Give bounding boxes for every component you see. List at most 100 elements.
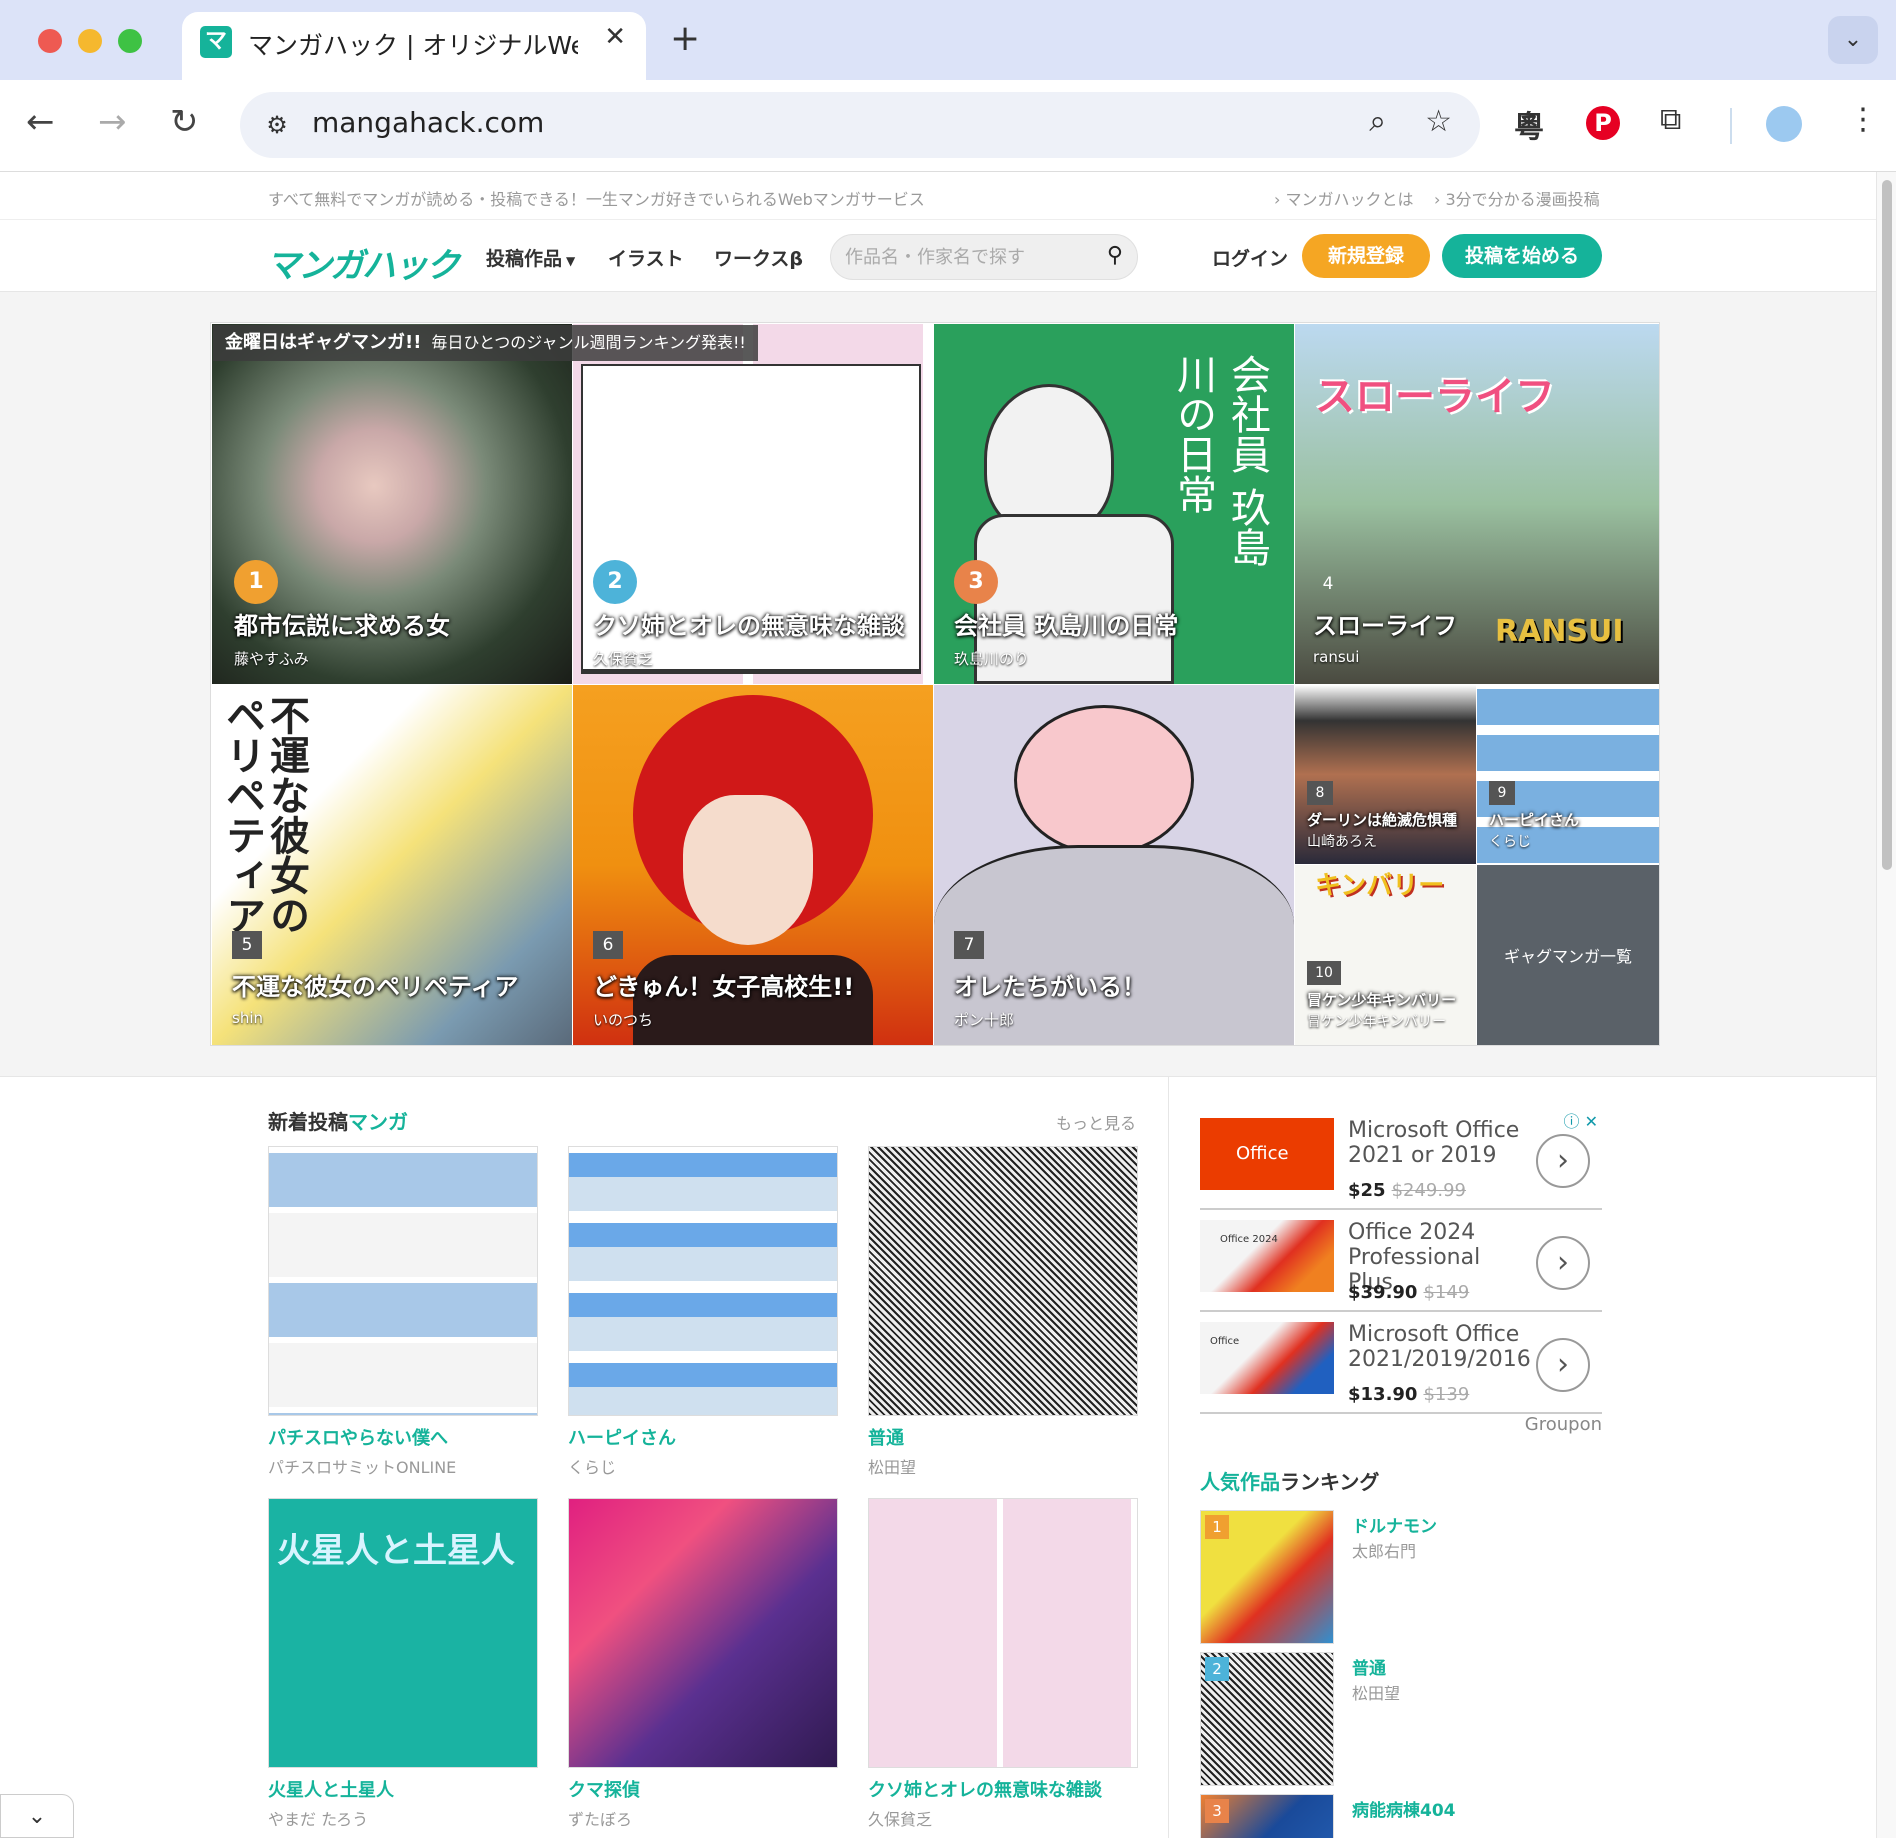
site-logo[interactable]: マンガハック	[266, 238, 460, 287]
ad-price: $13.90 $139	[1348, 1384, 1469, 1405]
card-author[interactable]: 松田望	[868, 1454, 1138, 1478]
manga-card[interactable]: ハーピイさん くらじ	[568, 1146, 838, 1478]
page-scrollbar[interactable]	[1876, 172, 1896, 1838]
card-title[interactable]: 普通	[868, 1424, 1138, 1450]
close-window-button[interactable]	[38, 29, 62, 53]
chevron-right-icon[interactable]: ›	[1536, 1134, 1590, 1188]
manga-card[interactable]: クマ探偵 ずたぼろ	[568, 1498, 838, 1830]
card-title[interactable]: 火星人と土星人	[268, 1776, 538, 1802]
yue-extension-icon[interactable]: 粵	[1514, 102, 1544, 146]
chevron-right-icon[interactable]: ›	[1536, 1236, 1590, 1290]
ranking-tile-8[interactable]: 8 ダーリンは絶滅危惧種 山崎あろえ	[1295, 685, 1476, 864]
card-title[interactable]: ハーピイさん	[568, 1424, 838, 1450]
reload-button[interactable]: ↻	[170, 102, 199, 142]
rank-number: 2	[1205, 1657, 1229, 1681]
forward-button[interactable]: →	[98, 102, 127, 142]
menu-works[interactable]: 投稿作品 ▼	[486, 244, 575, 271]
ad-item[interactable]: Office Microsoft Office 2021/2019/2016 $…	[1200, 1314, 1602, 1414]
ranking-tile-3[interactable]: 会社員 玖島川の日常 3 会社員 玖島川の日常 玖島川のり	[934, 324, 1294, 684]
ranking-tile-10[interactable]: キンバリー 10 冒ケン少年キンバリー 冒ケン少年キンバリー	[1295, 865, 1476, 1045]
card-thumbnail[interactable]	[568, 1146, 838, 1416]
rank-badge: 8	[1307, 781, 1333, 805]
card-thumbnail[interactable]	[568, 1498, 838, 1768]
rank-badge: 6	[593, 931, 623, 959]
howto-link[interactable]: › 3分で分かる漫画投稿	[1434, 186, 1600, 210]
chevron-down-icon[interactable]: ⌄	[0, 1794, 74, 1838]
manga-card[interactable]: 火星人と土星人 火星人と土星人 やまだ たろう	[268, 1498, 538, 1830]
ad-item[interactable]: Office 2024 Office 2024 Professional Plu…	[1200, 1212, 1602, 1312]
register-button[interactable]: 新規登録	[1302, 234, 1430, 278]
card-thumbnail[interactable]	[268, 1146, 538, 1416]
browser-tab[interactable]: マ マンガハック | オリジナルWeb ✕	[182, 12, 646, 80]
menu-illust[interactable]: イラスト	[608, 244, 684, 271]
ranking-title[interactable]: 普通	[1352, 1654, 1386, 1679]
ranking-tile-1[interactable]: 1 都市伝説に求める女 藤やすふみ	[212, 324, 572, 684]
zoom-icon[interactable]: ⌕	[1369, 104, 1386, 139]
ad-item[interactable]: Office 2021 Microsoft Office 2021 or 201…	[1200, 1110, 1602, 1236]
card-author[interactable]: くらじ	[568, 1454, 838, 1478]
ranking-tile-7[interactable]: 7 オレたちがいる！ ポン十郎	[934, 685, 1294, 1045]
ranking-tile-6[interactable]: 6 どきゅん！女子高校生!! いのつち	[573, 685, 933, 1045]
card-thumbnail[interactable]	[868, 1146, 1138, 1416]
new-tab-button[interactable]: +	[670, 18, 700, 59]
bookmark-star-icon[interactable]: ☆	[1425, 104, 1452, 139]
scrollbar-thumb[interactable]	[1882, 180, 1892, 870]
card-author[interactable]: 久保貧乏	[868, 1806, 1138, 1830]
url-text[interactable]: mangahack.com	[312, 106, 544, 139]
rank-number: 1	[1205, 1515, 1229, 1539]
card-thumbnail[interactable]: 火星人と土星人	[268, 1498, 538, 1768]
ad-old-price: $149	[1423, 1282, 1470, 1303]
ranking-tile-4[interactable]: スローライフ 4 スローライフ ransui RANSUI	[1295, 324, 1659, 684]
card-title[interactable]: パチスロやらない僕へ	[268, 1424, 538, 1450]
search-input[interactable]	[845, 243, 1085, 271]
ranking-item[interactable]: 3 病能病棟404	[1200, 1794, 1600, 1838]
ranking-title[interactable]: 病能病棟404	[1352, 1796, 1456, 1821]
ranking-item[interactable]: 1 ドルナモン 太郎右門	[1200, 1510, 1600, 1644]
card-title[interactable]: クマ探偵	[568, 1776, 838, 1802]
address-bar[interactable]: ⚙ mangahack.com ⌕ ☆	[240, 92, 1480, 158]
card-author[interactable]: パチスロサミットONLINE	[268, 1454, 538, 1478]
about-link[interactable]: › マンガハックとは	[1274, 186, 1414, 210]
card-author[interactable]: ずたぼろ	[568, 1806, 838, 1830]
more-menu-icon[interactable]: ⋮	[1848, 102, 1878, 137]
ranking-tile-5[interactable]: 不運な彼女のペリペティア 5 不運な彼女のペリペティア shin	[212, 685, 572, 1045]
back-button[interactable]: ←	[26, 102, 55, 142]
manga-card[interactable]: 普通 松田望	[868, 1146, 1138, 1478]
profile-avatar[interactable]	[1766, 106, 1802, 142]
ranking-thumbnail[interactable]: 2	[1200, 1652, 1334, 1786]
card-author[interactable]: やまだ たろう	[268, 1806, 538, 1830]
pinterest-icon[interactable]: P	[1586, 106, 1620, 140]
site-settings-icon[interactable]: ⚙	[260, 108, 294, 142]
ranking-author[interactable]: 松田望	[1352, 1680, 1400, 1704]
ranking-title[interactable]: ドルナモン	[1352, 1512, 1437, 1537]
ad-name[interactable]: Microsoft Office 2021/2019/2016	[1348, 1322, 1538, 1372]
card-title[interactable]: クソ姉とオレの無意味な雑談	[868, 1776, 1138, 1802]
search-icon[interactable]: ⚲	[1107, 243, 1123, 268]
minimize-window-button[interactable]	[78, 29, 102, 53]
tab-search-button[interactable]: ⌄	[1828, 16, 1878, 64]
maximize-window-button[interactable]	[118, 29, 142, 53]
ranking-heading-b: ランキング	[1280, 1470, 1380, 1494]
manga-card[interactable]: クソ姉とオレの無意味な雑談 久保貧乏	[868, 1498, 1138, 1830]
ranking-tile-9[interactable]: 9 ハーピイさん くらじ	[1477, 685, 1659, 864]
cover-brand: RANSUI	[1495, 614, 1624, 649]
gag-manga-list-link[interactable]: ギャグマンガ一覧	[1477, 865, 1659, 1045]
extensions-puzzle-icon[interactable]: ⧉	[1660, 102, 1681, 137]
ranking-thumbnail[interactable]: 1	[1200, 1510, 1334, 1644]
tile-title: クソ姉とオレの無意味な雑談	[593, 612, 905, 640]
card-thumbnail[interactable]	[868, 1498, 1138, 1768]
ranking-item[interactable]: 2 普通 松田望	[1200, 1652, 1600, 1786]
login-link[interactable]: ログイン	[1212, 244, 1288, 271]
menu-works-beta[interactable]: ワークスβ	[714, 244, 803, 271]
ranking-tile-2[interactable]: 2 クソ姉とオレの無意味な雑談 久保貧乏	[573, 324, 933, 684]
ad-source[interactable]: Groupon	[1525, 1414, 1602, 1435]
close-icon[interactable]: ✕	[604, 22, 626, 52]
cover-logo: スローライフ	[1315, 374, 1555, 420]
ranking-thumbnail[interactable]: 3	[1200, 1794, 1334, 1838]
start-posting-button[interactable]: 投稿を始める	[1442, 234, 1602, 278]
ad-name[interactable]: Microsoft Office 2021 or 2019	[1348, 1118, 1528, 1168]
ranking-author[interactable]: 太郎右門	[1352, 1538, 1416, 1562]
manga-card[interactable]: パチスロやらない僕へ パチスロサミットONLINE	[268, 1146, 538, 1478]
chevron-right-icon[interactable]: ›	[1536, 1338, 1590, 1392]
see-more-link[interactable]: もっと見る	[1056, 1110, 1136, 1134]
